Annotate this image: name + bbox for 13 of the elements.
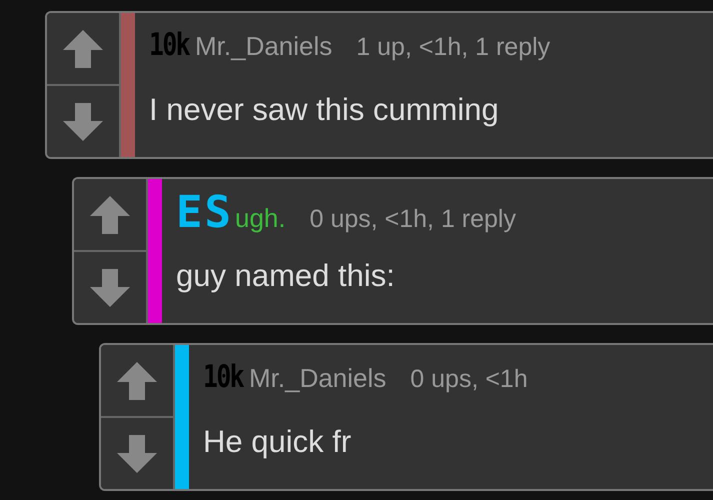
username-link[interactable]: ugh.	[234, 199, 286, 238]
downvote-button[interactable]	[101, 416, 173, 489]
username-link[interactable]: Mr._Daniels	[195, 27, 332, 66]
comment-meta: 0 ups, <1h	[410, 364, 528, 395]
comment-text: He quick fr	[203, 423, 352, 461]
comment-meta: 1 up, <1h, 1 reply	[356, 32, 550, 63]
comment-text: guy named this:	[176, 257, 396, 295]
flair-label: ES	[176, 193, 233, 233]
username-link[interactable]: Mr._Daniels	[249, 359, 386, 398]
downvote-button[interactable]	[47, 84, 119, 157]
comment-text: I never saw this cumming	[149, 91, 500, 129]
downvote-button[interactable]	[74, 250, 146, 323]
comment-meta: 0 ups, <1h, 1 reply	[310, 204, 516, 235]
